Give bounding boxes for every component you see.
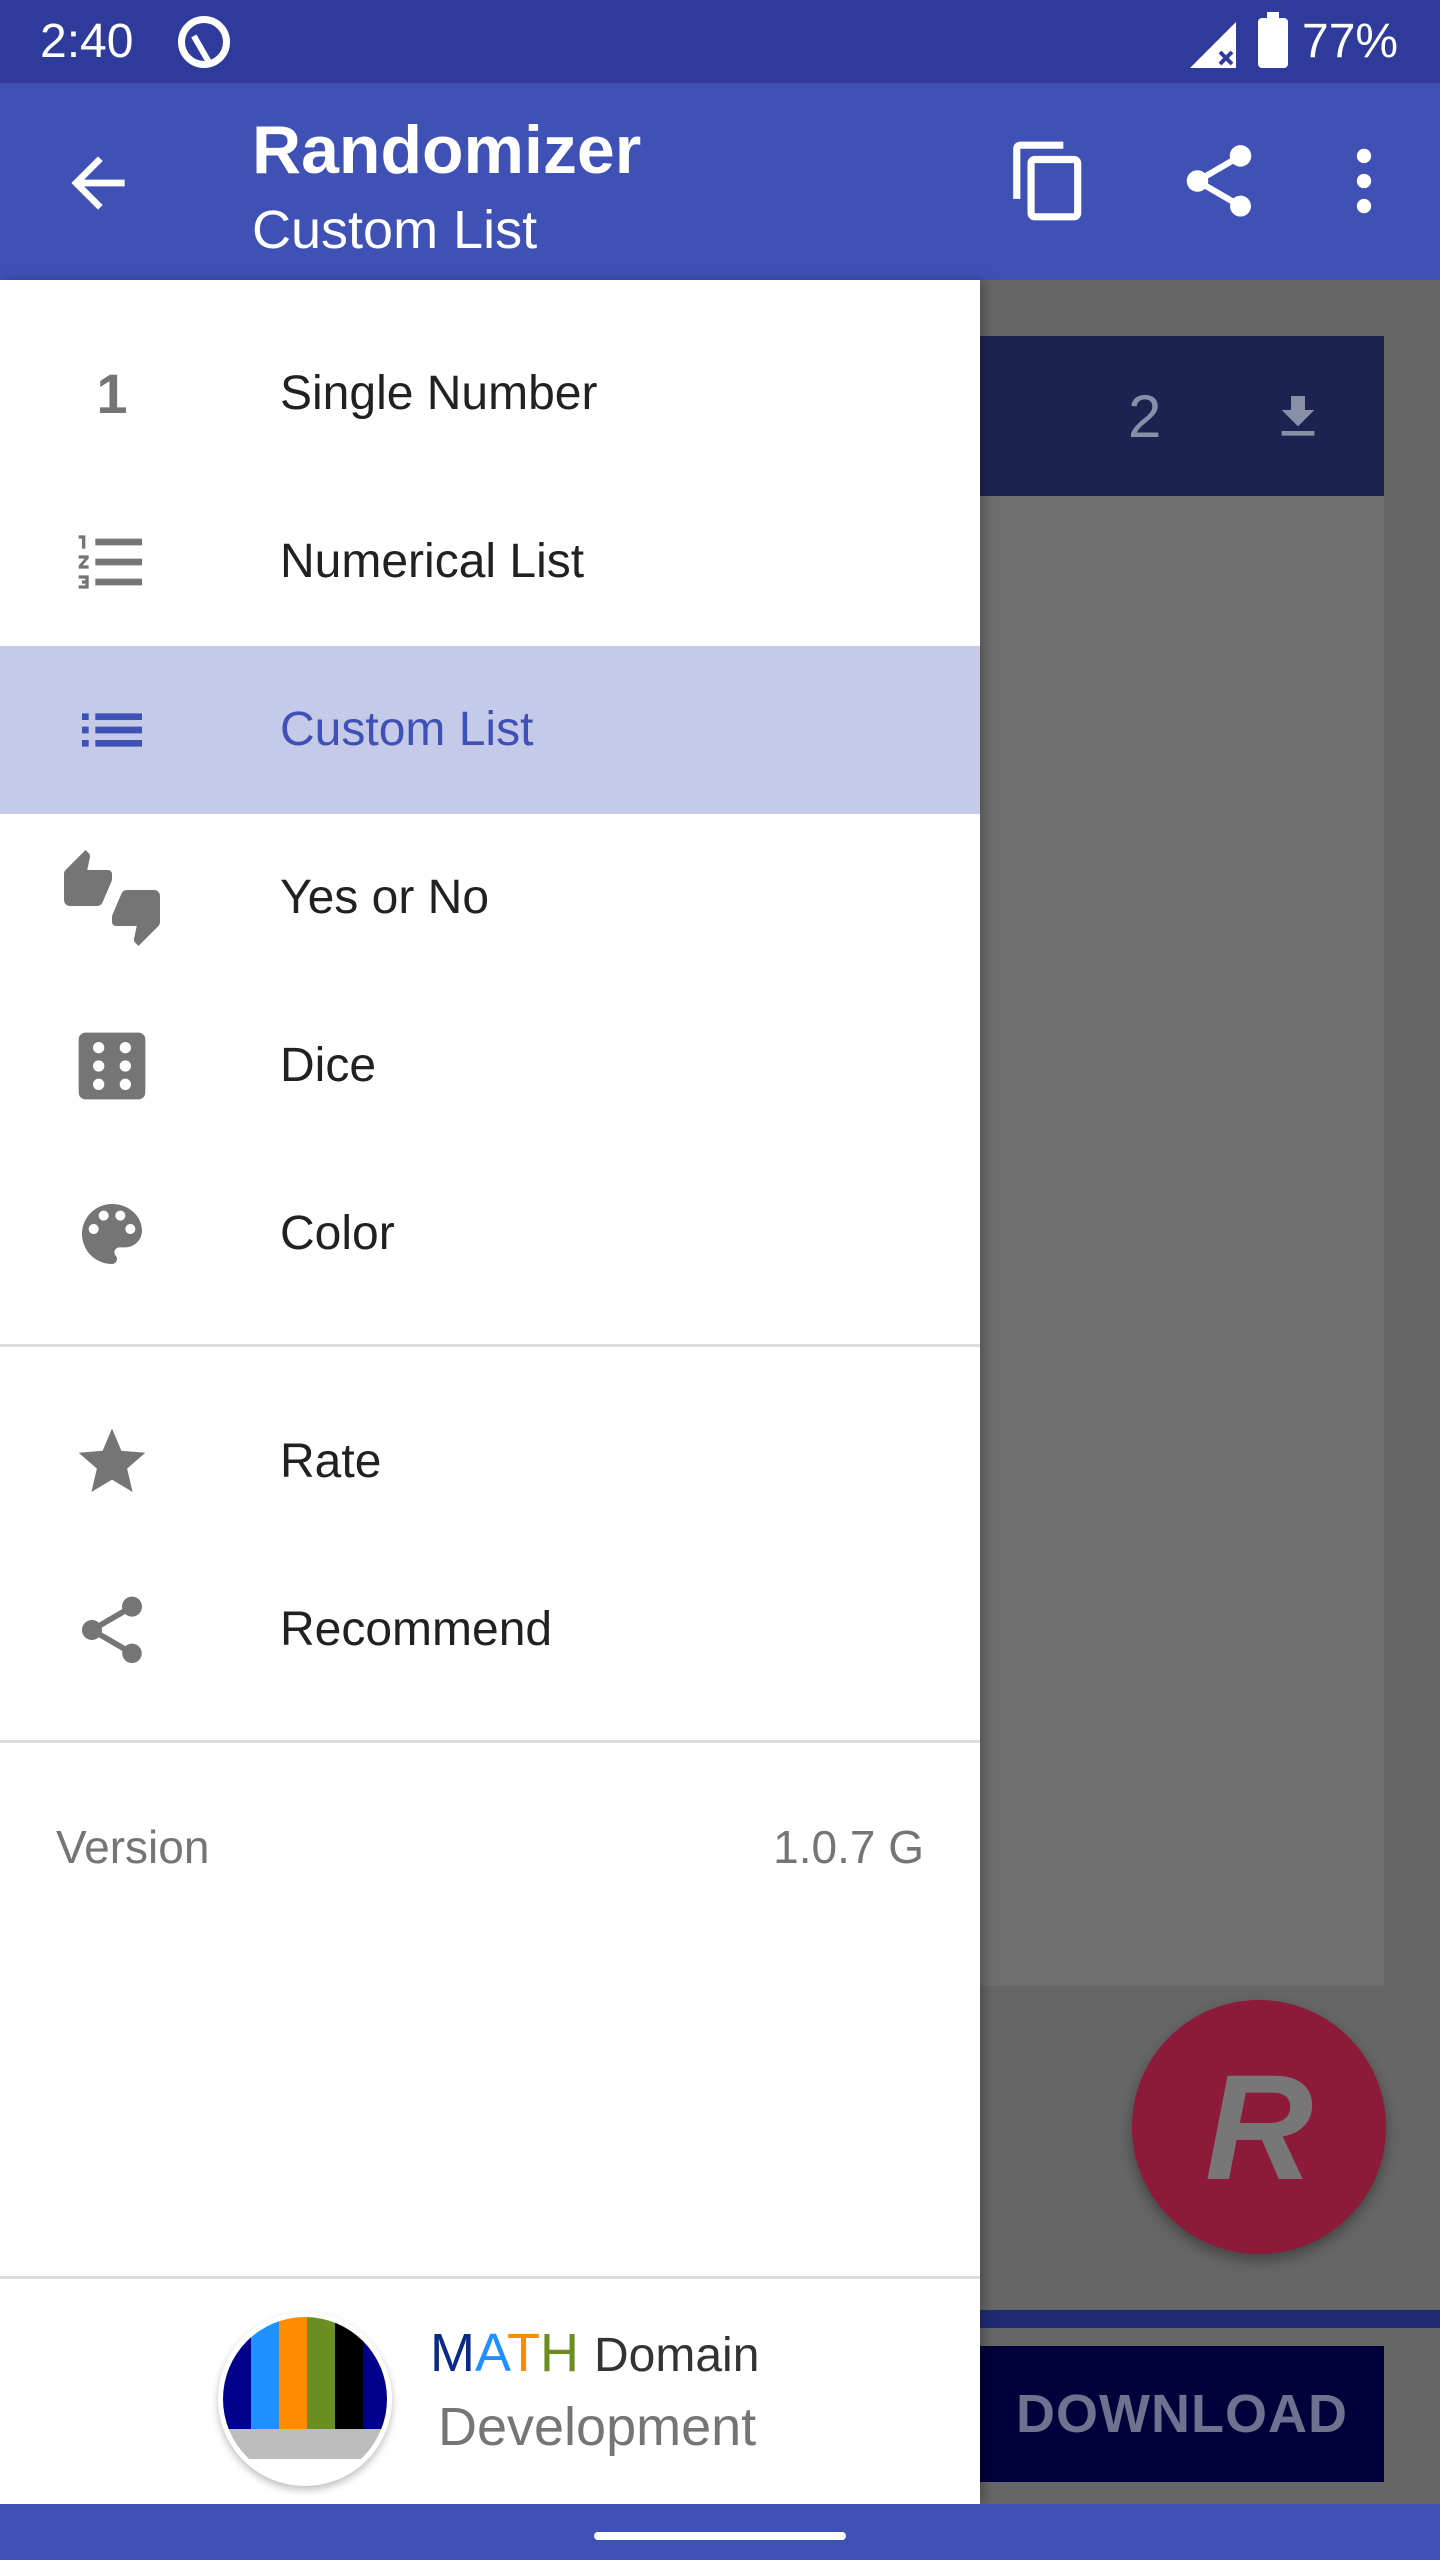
number-one-icon: 1: [96, 362, 128, 425]
fab-letter: R: [1204, 2043, 1314, 2211]
navigation-drawer: 1 Single Number Numerical List Custom Li…: [0, 280, 980, 2504]
dimmed-content[interactable]: 2 R DOWNLOAD: [980, 280, 1440, 2504]
download-button[interactable]: DOWNLOAD: [980, 2346, 1384, 2482]
drawer-item-label: Rate: [280, 1435, 382, 1488]
version-value: 1.0.7 G: [773, 1821, 924, 1873]
drawer-item-yes-or-no[interactable]: Yes or No: [0, 814, 980, 982]
drawer-item-label: Numerical List: [280, 535, 585, 588]
palette-icon: [82, 1204, 142, 1264]
signal-icon: [1190, 22, 1236, 68]
star-icon: [78, 1428, 146, 1492]
list-header: 2: [980, 336, 1384, 496]
logo-letter-a: A: [474, 2323, 507, 2383]
math-domain-logo: [218, 2312, 392, 2486]
drawer-item-numerical-list[interactable]: Numerical List: [0, 478, 980, 646]
drawer-item-label: Recommend: [280, 1603, 553, 1656]
battery-icon: [1258, 12, 1288, 68]
drawer-item-single-number[interactable]: 1 Single Number: [0, 310, 980, 478]
thumbs-up-down-icon: [64, 850, 160, 946]
version-label: Version: [56, 1821, 210, 1873]
battery-percent: 77%: [1302, 15, 1399, 68]
drawer-item-label: Dice: [280, 1039, 377, 1092]
logo-letter-m: M: [430, 2323, 475, 2383]
share-icon: [82, 1596, 142, 1664]
drawer-item-custom-list[interactable]: Custom List: [0, 646, 980, 814]
dice-icon: [78, 1032, 146, 1100]
development-label: Development: [438, 2397, 757, 2457]
bottom-stripe: [980, 2310, 1440, 2328]
back-arrow-icon[interactable]: [58, 143, 138, 223]
math-domain-label: MATH Domain: [430, 2322, 759, 2384]
status-bar: 2:40 77%: [0, 0, 1440, 83]
copy-icon[interactable]: [1006, 138, 1092, 224]
randomize-fab[interactable]: R: [1132, 2000, 1386, 2254]
drawer-item-label: Single Number: [280, 367, 598, 420]
item-count: 2: [1128, 383, 1162, 450]
drawer-item-label: Custom List: [280, 703, 534, 756]
status-time: 2:40: [40, 15, 134, 68]
logo-letter-h: H: [540, 2323, 579, 2383]
logo-graphic: [223, 2317, 387, 2481]
logo-letter-t: T: [507, 2323, 540, 2383]
share-icon[interactable]: [1176, 138, 1262, 224]
developer-footer[interactable]: MATH Domain Development: [0, 2278, 980, 2504]
bulleted-list-icon: [82, 713, 142, 747]
home-gesture-handle[interactable]: [594, 2532, 846, 2540]
drawer-item-label: Color: [280, 1207, 395, 1260]
domain-word: Domain: [594, 2329, 760, 2382]
drawer-item-recommend[interactable]: Recommend: [0, 1546, 980, 1714]
more-vert-icon[interactable]: [1340, 138, 1388, 224]
drawer-item-label: Yes or No: [280, 871, 490, 924]
app-subtitle: Custom List: [252, 200, 538, 260]
drawer-item-color[interactable]: Color: [0, 1150, 980, 1318]
app-title: Randomizer: [252, 112, 642, 188]
system-nav-bar: [0, 2504, 1440, 2560]
list-card: [980, 496, 1384, 1986]
drawer-item-dice[interactable]: Dice: [0, 982, 980, 1150]
numbered-list-icon: [78, 535, 142, 589]
drawer-divider: [0, 1740, 980, 1743]
app-bar: Randomizer Custom List: [0, 83, 1440, 280]
download-icon: [1281, 396, 1315, 436]
drawer-divider: [0, 1344, 980, 1347]
sync-icon: [178, 16, 230, 68]
drawer-item-rate[interactable]: Rate: [0, 1378, 980, 1546]
